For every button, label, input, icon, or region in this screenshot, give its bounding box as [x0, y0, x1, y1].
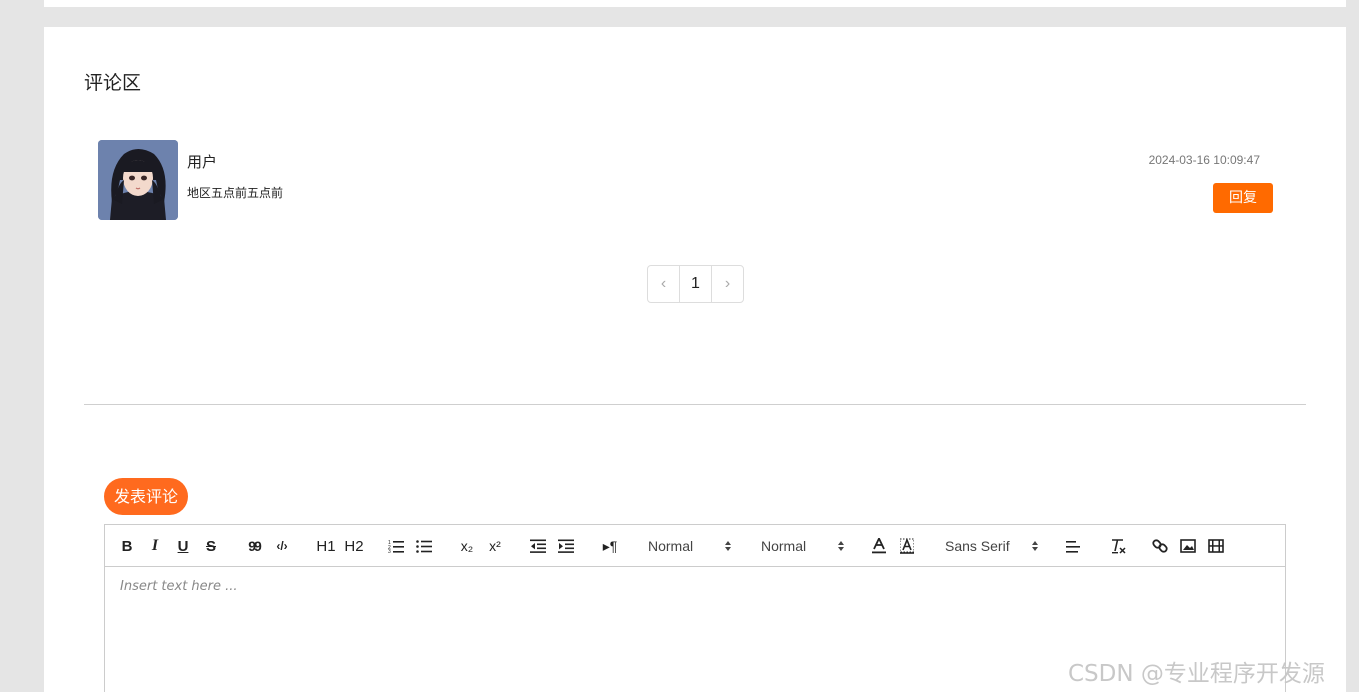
- header-picker-label: Normal: [648, 538, 694, 554]
- reply-button[interactable]: 回复: [1213, 183, 1273, 213]
- picker-arrows-icon: [838, 541, 844, 551]
- header-picker[interactable]: Normal: [648, 535, 732, 557]
- italic-icon: I: [151, 537, 159, 554]
- link-icon: [1152, 539, 1168, 553]
- image-icon: [1180, 539, 1196, 553]
- bold-button[interactable]: B: [119, 535, 135, 557]
- code-block-button[interactable]: ‹/›: [273, 535, 291, 557]
- size-picker[interactable]: Normal: [761, 535, 845, 557]
- comment-timestamp: 2024-03-16 10:09:47: [1148, 153, 1260, 167]
- picker-arrows-icon: [725, 541, 731, 551]
- editor-toolbar: B I U S 99 ‹/› H1 H2 123 x₂ x² ▸¶ Normal…: [105, 525, 1285, 567]
- text-direction-button[interactable]: ▸¶: [599, 535, 621, 557]
- background-color-button[interactable]: [899, 535, 915, 557]
- watermark: CSDN @专业程序开发源: [1068, 661, 1325, 687]
- pagination-page-1[interactable]: 1: [679, 266, 712, 302]
- text-color-icon: [872, 538, 886, 554]
- strike-button[interactable]: S: [203, 535, 219, 557]
- video-button[interactable]: [1207, 535, 1225, 557]
- font-picker-label: Sans Serif: [945, 538, 1010, 554]
- header-1-button[interactable]: H1: [315, 535, 337, 557]
- pagination-next-button[interactable]: ›: [712, 266, 743, 302]
- header-2-button[interactable]: H2: [343, 535, 365, 557]
- size-picker-label: Normal: [761, 538, 807, 554]
- avatar: [98, 140, 178, 220]
- image-button[interactable]: [1179, 535, 1197, 557]
- align-button[interactable]: [1065, 535, 1083, 557]
- comment-username: 用户: [187, 153, 218, 171]
- section-title: 评论区: [84, 72, 142, 94]
- post-comment-button[interactable]: 发表评论: [104, 478, 188, 515]
- strike-icon: S: [205, 537, 216, 555]
- comment-text: 地区五点前五点前: [187, 186, 284, 200]
- outdent-icon: [530, 539, 546, 553]
- ordered-list-icon: 123: [388, 540, 404, 553]
- h2-icon: H2: [344, 537, 364, 555]
- indent-button[interactable]: [557, 535, 575, 557]
- superscript-button[interactable]: x²: [485, 535, 505, 557]
- align-left-icon: [1066, 541, 1080, 553]
- comment-section-panel: 评论区 用户 地区五点前五点前 2024-03-16 10:09:47 回复 ‹…: [44, 27, 1346, 692]
- superscript-icon: x²: [489, 538, 501, 554]
- font-picker[interactable]: Sans Serif: [945, 535, 1039, 557]
- clear-format-button[interactable]: [1109, 535, 1127, 557]
- editor-content-area[interactable]: Insert text here ...: [120, 579, 238, 594]
- top-panel: [44, 0, 1346, 7]
- code-icon: ‹/›: [276, 539, 288, 553]
- svg-text:3: 3: [388, 549, 391, 553]
- comment-item: 用户 地区五点前五点前 2024-03-16 10:09:47 回复: [98, 140, 1278, 222]
- blockquote-button[interactable]: 99: [245, 535, 263, 557]
- video-icon: [1208, 539, 1224, 553]
- underline-button[interactable]: U: [175, 535, 191, 557]
- subscript-icon: x₂: [460, 538, 474, 554]
- h1-icon: H1: [316, 537, 336, 555]
- italic-button[interactable]: I: [147, 535, 163, 557]
- pagination-prev-button[interactable]: ‹: [648, 266, 679, 302]
- pagination: ‹ 1 ›: [647, 265, 744, 303]
- text-color-button[interactable]: [871, 535, 887, 557]
- text-direction-icon: ▸¶: [602, 537, 618, 554]
- indent-icon: [558, 539, 574, 553]
- section-divider: [84, 404, 1306, 405]
- ordered-list-button[interactable]: 123: [387, 535, 405, 557]
- outdent-button[interactable]: [529, 535, 547, 557]
- avatar-image: [98, 140, 178, 220]
- bold-icon: B: [121, 537, 133, 555]
- picker-arrows-icon: [1032, 541, 1038, 551]
- quote-icon: 99: [248, 538, 262, 554]
- underline-icon: U: [177, 537, 189, 555]
- bullet-list-button[interactable]: [415, 535, 433, 557]
- clear-format-icon: [1112, 539, 1126, 554]
- background-color-icon: [900, 538, 914, 554]
- subscript-button[interactable]: x₂: [457, 535, 477, 557]
- bullet-list-icon: [416, 540, 432, 553]
- link-button[interactable]: [1151, 535, 1169, 557]
